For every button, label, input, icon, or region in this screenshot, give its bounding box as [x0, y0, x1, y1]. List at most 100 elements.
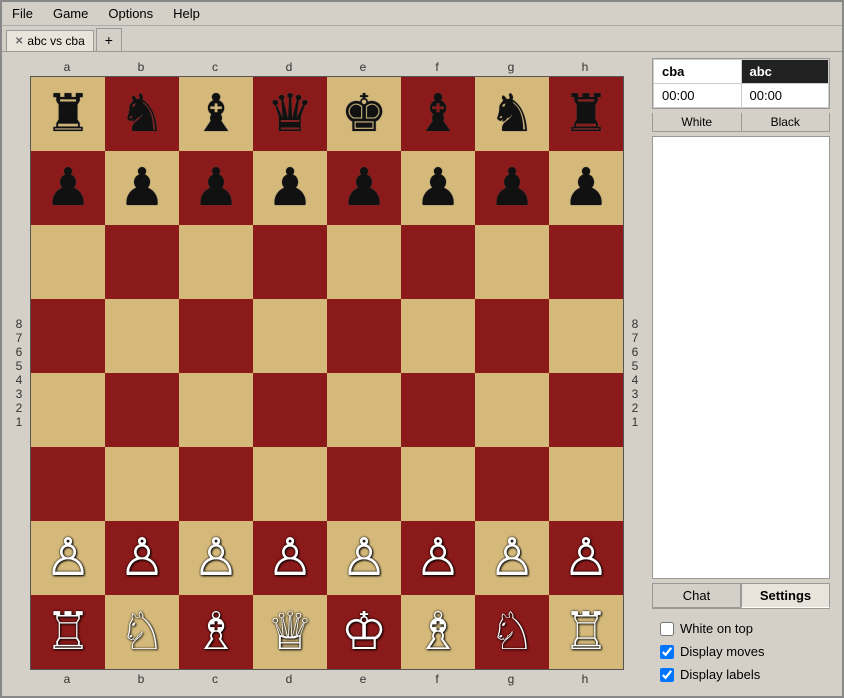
white-piece-n: ♘	[489, 606, 536, 658]
row-label-2: 2	[8, 401, 30, 415]
chess-board[interactable]: ♜♞♝♛♚♝♞♜♟♟♟♟♟♟♟♟♙♙♙♙♙♙♙♙♖♘♗♕♔♗♘♖	[30, 76, 624, 670]
square-f5[interactable]	[401, 299, 475, 373]
col-label-c: c	[178, 58, 252, 76]
square-e3[interactable]	[327, 447, 401, 521]
square-d1[interactable]: ♕	[253, 595, 327, 669]
square-g1[interactable]: ♘	[475, 595, 549, 669]
moves-black-header: Black	[742, 113, 830, 131]
row-label-r4: 4	[624, 373, 646, 387]
white-piece-r: ♖	[563, 606, 610, 658]
square-b8[interactable]: ♞	[105, 77, 179, 151]
square-h5[interactable]	[549, 299, 623, 373]
square-h2[interactable]: ♙	[549, 521, 623, 595]
square-h1[interactable]: ♖	[549, 595, 623, 669]
tab-add-button[interactable]: +	[96, 28, 122, 51]
square-c1[interactable]: ♗	[179, 595, 253, 669]
board-area: 8 7 6 5 4 3 2 1 ♜♞♝♛♚♝♞♜♟♟♟♟♟♟♟♟♙♙♙♙♙♙♙♙…	[8, 76, 646, 670]
square-g3[interactable]	[475, 447, 549, 521]
square-h7[interactable]: ♟	[549, 151, 623, 225]
square-b2[interactable]: ♙	[105, 521, 179, 595]
square-f7[interactable]: ♟	[401, 151, 475, 225]
display-moves-checkbox[interactable]	[660, 645, 674, 659]
square-b3[interactable]	[105, 447, 179, 521]
tab-chat[interactable]: Chat	[652, 583, 741, 608]
square-a6[interactable]	[31, 225, 105, 299]
square-d4[interactable]	[253, 373, 327, 447]
square-g2[interactable]: ♙	[475, 521, 549, 595]
square-c2[interactable]: ♙	[179, 521, 253, 595]
square-e5[interactable]	[327, 299, 401, 373]
white-piece-p: ♙	[489, 532, 536, 584]
square-e4[interactable]	[327, 373, 401, 447]
black-piece-q: ♛	[267, 88, 314, 140]
square-a2[interactable]: ♙	[31, 521, 105, 595]
square-f8[interactable]: ♝	[401, 77, 475, 151]
col-label-bot-h: h	[548, 670, 622, 688]
square-g4[interactable]	[475, 373, 549, 447]
square-g6[interactable]	[475, 225, 549, 299]
menu-game[interactable]: Game	[47, 4, 94, 23]
square-d6[interactable]	[253, 225, 327, 299]
tab-settings[interactable]: Settings	[741, 583, 830, 608]
square-a7[interactable]: ♟	[31, 151, 105, 225]
square-h8[interactable]: ♜	[549, 77, 623, 151]
row-label-r7: 7	[624, 331, 646, 345]
square-d7[interactable]: ♟	[253, 151, 327, 225]
row-label-7: 7	[8, 331, 30, 345]
square-c3[interactable]	[179, 447, 253, 521]
square-h6[interactable]	[549, 225, 623, 299]
row-label-5: 5	[8, 359, 30, 373]
square-d8[interactable]: ♛	[253, 77, 327, 151]
square-f3[interactable]	[401, 447, 475, 521]
square-g5[interactable]	[475, 299, 549, 373]
square-e6[interactable]	[327, 225, 401, 299]
menu-file[interactable]: File	[6, 4, 39, 23]
square-d5[interactable]	[253, 299, 327, 373]
square-a5[interactable]	[31, 299, 105, 373]
menu-bar: File Game Options Help	[2, 2, 842, 26]
row-label-6: 6	[8, 345, 30, 359]
square-c6[interactable]	[179, 225, 253, 299]
square-d3[interactable]	[253, 447, 327, 521]
square-f4[interactable]	[401, 373, 475, 447]
square-c8[interactable]: ♝	[179, 77, 253, 151]
tab-main[interactable]: ✕ abc vs cba	[6, 30, 94, 51]
white-piece-r: ♖	[45, 606, 92, 658]
square-c5[interactable]	[179, 299, 253, 373]
square-e8[interactable]: ♚	[327, 77, 401, 151]
square-e1[interactable]: ♔	[327, 595, 401, 669]
col-label-g: g	[474, 58, 548, 76]
square-g7[interactable]: ♟	[475, 151, 549, 225]
black-piece-p: ♟	[193, 162, 240, 214]
menu-help[interactable]: Help	[167, 4, 206, 23]
square-e7[interactable]: ♟	[327, 151, 401, 225]
square-g8[interactable]: ♞	[475, 77, 549, 151]
square-b1[interactable]: ♘	[105, 595, 179, 669]
square-b5[interactable]	[105, 299, 179, 373]
row-label-r3: 3	[624, 387, 646, 401]
menu-options[interactable]: Options	[102, 4, 159, 23]
display-labels-checkbox[interactable]	[660, 668, 674, 682]
square-d2[interactable]: ♙	[253, 521, 327, 595]
square-e2[interactable]: ♙	[327, 521, 401, 595]
square-a8[interactable]: ♜	[31, 77, 105, 151]
tab-close-icon[interactable]: ✕	[15, 36, 23, 47]
square-f2[interactable]: ♙	[401, 521, 475, 595]
square-h3[interactable]	[549, 447, 623, 521]
square-b7[interactable]: ♟	[105, 151, 179, 225]
square-c4[interactable]	[179, 373, 253, 447]
white-piece-p: ♙	[341, 532, 388, 584]
square-a1[interactable]: ♖	[31, 595, 105, 669]
col-label-e: e	[326, 58, 400, 76]
square-b6[interactable]	[105, 225, 179, 299]
square-a3[interactable]	[31, 447, 105, 521]
square-c7[interactable]: ♟	[179, 151, 253, 225]
square-h4[interactable]	[549, 373, 623, 447]
square-b4[interactable]	[105, 373, 179, 447]
white-piece-p: ♙	[563, 532, 610, 584]
square-a4[interactable]	[31, 373, 105, 447]
white-on-top-checkbox[interactable]	[660, 622, 674, 636]
square-f6[interactable]	[401, 225, 475, 299]
black-piece-p: ♟	[45, 162, 92, 214]
square-f1[interactable]: ♗	[401, 595, 475, 669]
